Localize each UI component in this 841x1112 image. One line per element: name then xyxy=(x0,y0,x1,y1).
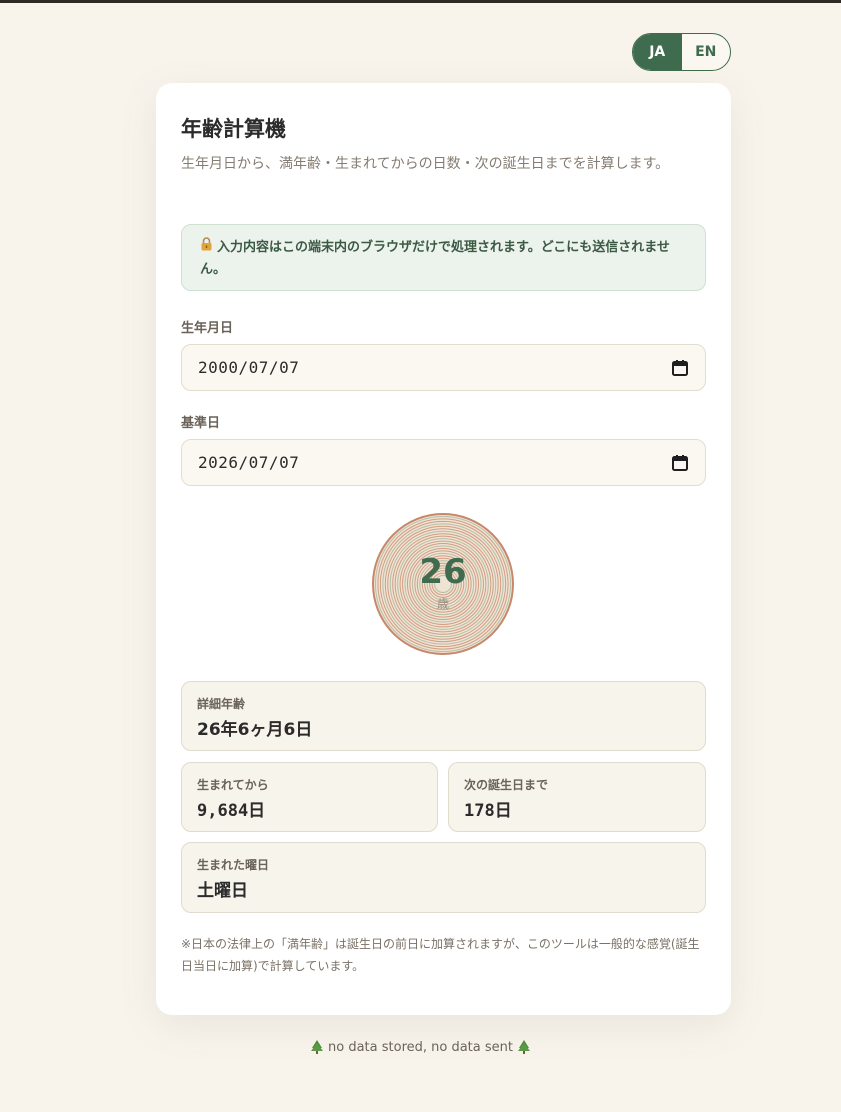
language-toggle: JA EN xyxy=(632,33,731,71)
footnote: ※日本の法律上の「満年齢」は誕生日の前日に加算されますが、このツールは一般的な感… xyxy=(181,937,700,973)
birthdate-input[interactable]: 2000/07/07 xyxy=(181,344,706,391)
reference-date-input[interactable]: 2026/07/07 xyxy=(181,439,706,486)
birth-weekday-value: 土曜日 xyxy=(197,881,248,901)
calendar-icon[interactable] xyxy=(671,359,689,377)
tree-icon xyxy=(311,1040,323,1058)
detail-age-box: 詳細年齢 26年6ヶ月6日 xyxy=(181,681,706,751)
lang-en-button[interactable]: EN xyxy=(682,34,731,70)
age-unit: 歳 xyxy=(436,597,449,611)
footer-text: no data stored, no data sent xyxy=(328,1040,513,1055)
detail-age-value: 26年6ヶ月6日 xyxy=(197,720,313,740)
birth-weekday-label: 生まれた曜日 xyxy=(197,858,270,872)
privacy-notice: 入力内容はこの端末内のブラウザだけで処理されます。どこにも送信されません。 xyxy=(181,224,706,291)
privacy-notice-text: 入力内容はこの端末内のブラウザだけで処理されます。どこにも送信されません。 xyxy=(200,240,670,277)
page-subtitle: 生年月日から、満年齢・生まれてからの日数・次の誕生日までを計算します。 xyxy=(181,156,670,172)
next-birthday-label: 次の誕生日まで xyxy=(464,778,549,792)
lock-icon xyxy=(200,237,213,259)
age-number: 26 xyxy=(419,552,467,592)
birthdate-label: 生年月日 xyxy=(181,321,234,336)
birth-weekday-box: 生まれた曜日 土曜日 xyxy=(181,842,706,913)
days-since-birth-label: 生まれてから xyxy=(197,778,269,792)
lang-ja-button[interactable]: JA xyxy=(633,34,682,70)
reference-date-value: 2026/07/07 xyxy=(198,453,300,472)
days-since-birth-box: 生まれてから 9,684日 xyxy=(181,762,438,832)
top-border xyxy=(0,0,841,3)
footer: no data stored, no data sent xyxy=(0,1040,841,1058)
calculator-card: 年齢計算機 生年月日から、満年齢・生まれてからの日数・次の誕生日までを計算します… xyxy=(156,83,731,1015)
page-title: 年齢計算機 xyxy=(181,117,286,141)
reference-date-label: 基準日 xyxy=(181,416,221,431)
tree-icon xyxy=(517,1040,530,1058)
calendar-icon[interactable] xyxy=(671,454,689,472)
next-birthday-value: 178日 xyxy=(464,801,512,821)
birthdate-value: 2000/07/07 xyxy=(198,358,300,377)
age-tree-rings: 26 歳 xyxy=(371,512,515,656)
days-since-birth-value: 9,684日 xyxy=(197,801,266,821)
next-birthday-box: 次の誕生日まで 178日 xyxy=(448,762,706,832)
detail-age-label: 詳細年齢 xyxy=(197,697,246,711)
